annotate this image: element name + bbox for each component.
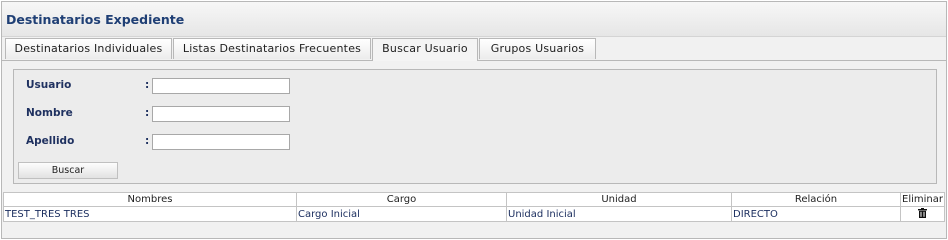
tab-buscar-usuario[interactable]: Buscar Usuario xyxy=(372,38,478,61)
tab-bar: Destinatarios Individuales Listas Destin… xyxy=(2,37,946,61)
apellido-separator: : xyxy=(145,135,150,147)
cell-unidad: Unidad Inicial xyxy=(506,206,732,222)
usuario-input[interactable] xyxy=(152,78,290,94)
trash-icon[interactable] xyxy=(918,207,927,218)
nombre-label: Nombre xyxy=(26,107,73,119)
tab-listas-destinatarios-frecuentes[interactable]: Listas Destinatarios Frecuentes xyxy=(173,38,371,59)
cell-nombres: TEST_TRES TRES xyxy=(3,206,297,222)
panel-titlebar: Destinatarios Expediente xyxy=(2,2,946,37)
tab-grupos-usuarios[interactable]: Grupos Usuarios xyxy=(479,38,596,59)
cell-relacion: DIRECTO xyxy=(731,206,901,222)
apellido-input[interactable] xyxy=(152,134,290,150)
column-header-unidad: Unidad xyxy=(506,192,732,207)
buscar-button[interactable]: Buscar xyxy=(18,162,118,179)
nombre-input[interactable] xyxy=(152,106,290,122)
table-header-row: Nombres Cargo Unidad Relación Eliminar xyxy=(3,192,945,207)
apellido-label: Apellido xyxy=(26,135,75,147)
search-form: Usuario : Nombre : Apellido : Buscar xyxy=(13,69,937,184)
cell-eliminar xyxy=(900,206,945,222)
column-header-cargo: Cargo xyxy=(296,192,507,207)
panel-title: Destinatarios Expediente xyxy=(6,12,185,27)
column-header-eliminar: Eliminar xyxy=(900,192,945,207)
nombre-separator: : xyxy=(145,107,150,119)
usuario-separator: : xyxy=(145,79,150,91)
table-row: TEST_TRES TRES Cargo Inicial Unidad Inic… xyxy=(3,206,945,222)
usuario-label: Usuario xyxy=(26,79,72,91)
column-header-relacion: Relación xyxy=(731,192,901,207)
tab-destinatarios-individuales[interactable]: Destinatarios Individuales xyxy=(5,38,172,59)
column-header-nombres: Nombres xyxy=(3,192,297,207)
cell-cargo: Cargo Inicial xyxy=(296,206,507,222)
results-table: Nombres Cargo Unidad Relación Eliminar T… xyxy=(3,192,945,222)
